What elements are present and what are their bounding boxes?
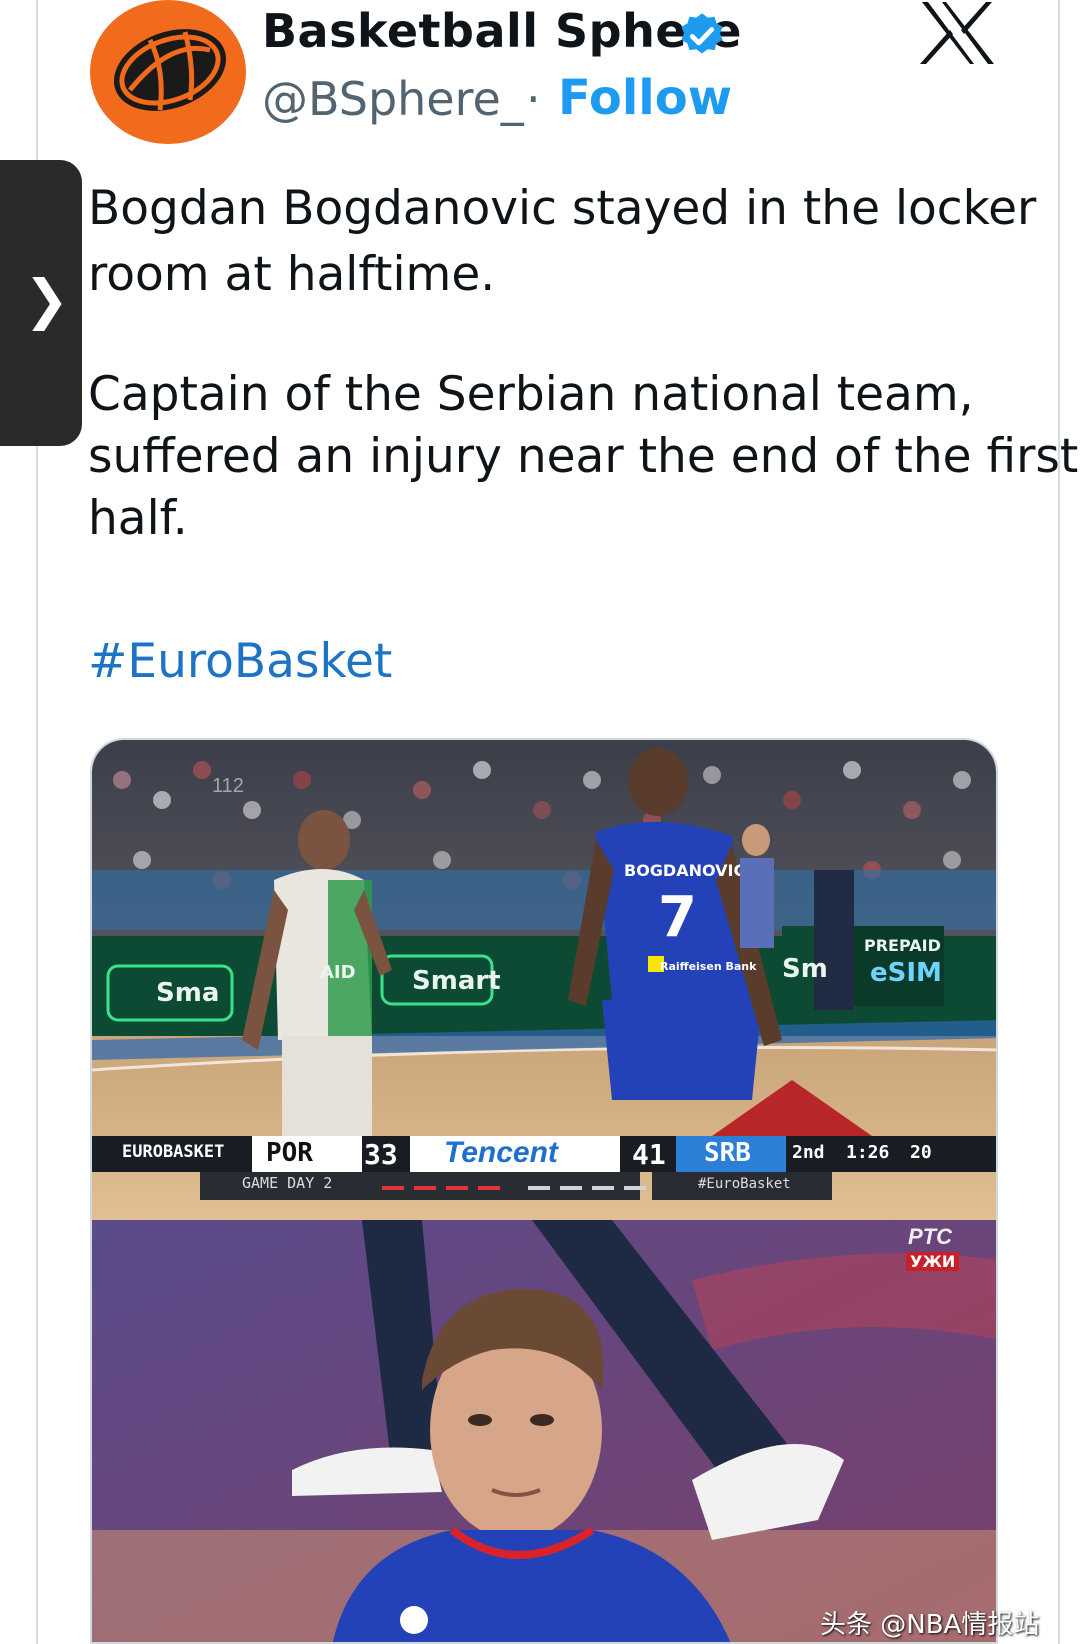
x-logo-icon[interactable] (920, 0, 996, 66)
broadcaster-logo: PTC (908, 1224, 952, 1249)
scoreboard-sponsor: Tencent (444, 1136, 558, 1169)
follow-button[interactable]: Follow (558, 70, 732, 126)
scoreboard-period: 2nd (792, 1142, 825, 1163)
scoreboard: EUROBASKET POR 33 Tencent 41 SRB 2nd 1:2… (92, 1136, 996, 1200)
ad-board-text: PREPAID (864, 936, 941, 955)
jersey-sponsor: Raiffeisen Bank (660, 960, 757, 973)
tweet-text-line: suffered an injury near the end of the f… (88, 429, 1079, 484)
ad-board-text: Smart (412, 966, 501, 996)
closeup-scene (92, 1220, 996, 1642)
ad-board-text: Sma (156, 978, 220, 1008)
scoreboard-shot-clock: 20 (910, 1142, 932, 1163)
scoreboard-score-right: 41 (632, 1138, 666, 1171)
jersey-name: BOGDANOVIC (624, 861, 745, 880)
scoreboard-subtitle-right: #EuroBasket (698, 1176, 791, 1192)
jersey-number: 7 (658, 885, 697, 950)
ad-board-text: Sm (782, 954, 828, 984)
tweet-media[interactable]: 112 BOGDANOVIC 7 Sma Smart AID Sm PREPAI… (90, 738, 998, 1644)
avatar[interactable] (90, 0, 246, 144)
scoreboard-team-right: SRB (704, 1138, 751, 1168)
section-sign: 112 (212, 775, 244, 797)
verified-badge-icon (681, 13, 723, 54)
separator-dot: · (526, 72, 541, 126)
scoreboard-score-left: 33 (364, 1138, 398, 1171)
display-name[interactable]: Basketball Sphere (262, 4, 742, 58)
tweet-text-line: Bogdan Bogdanovic stayed in the locker (88, 181, 1037, 236)
scoreboard-team-left: POR (266, 1138, 313, 1168)
side-expand-tab[interactable]: ❯ (0, 160, 82, 446)
ad-board-text: eSIM (870, 958, 942, 988)
basketball-logo-icon (113, 29, 227, 111)
tweet-text-line: Captain of the Serbian national team, (88, 367, 974, 422)
tweet-text-line: half. (88, 491, 188, 546)
scoreboard-subtitle-left: GAME DAY 2 (242, 1174, 333, 1192)
handle[interactable]: @BSphere_ (262, 72, 524, 126)
ad-board-text: AID (320, 962, 356, 983)
chevron-right-icon: ❯ (24, 268, 70, 331)
scoreboard-league: EUROBASKET (122, 1142, 225, 1162)
game-frame-photo: 112 BOGDANOVIC 7 Sma Smart AID Sm PREPAI… (92, 740, 996, 1220)
tweet-text-line: room at halftime. (88, 247, 496, 302)
scoreboard-clock: 1:26 (846, 1142, 890, 1163)
hashtag-link[interactable]: #EuroBasket (88, 634, 392, 689)
watermark: 头条 @NBA情报站 (820, 1610, 1040, 1640)
broadcaster-tag: УЖИ (906, 1252, 960, 1271)
player-closeup-photo: PTC УЖИ (92, 1220, 996, 1642)
